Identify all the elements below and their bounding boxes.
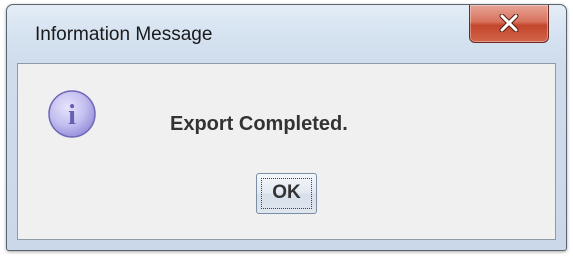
dialog-content: i Export Completed. OK — [17, 63, 556, 240]
info-icon: i — [46, 88, 98, 140]
message-text: Export Completed. — [170, 113, 348, 135]
ok-button[interactable]: OK — [256, 173, 317, 214]
close-button[interactable] — [469, 5, 549, 43]
window-title: Information Message — [35, 24, 213, 45]
ok-button-label: OK — [272, 182, 301, 203]
title-bar[interactable]: Information Message — [7, 5, 566, 63]
info-icon-letter: i — [68, 100, 76, 131]
dialog-window: Information Message i Export Completed. … — [6, 4, 567, 251]
close-icon — [499, 14, 519, 32]
